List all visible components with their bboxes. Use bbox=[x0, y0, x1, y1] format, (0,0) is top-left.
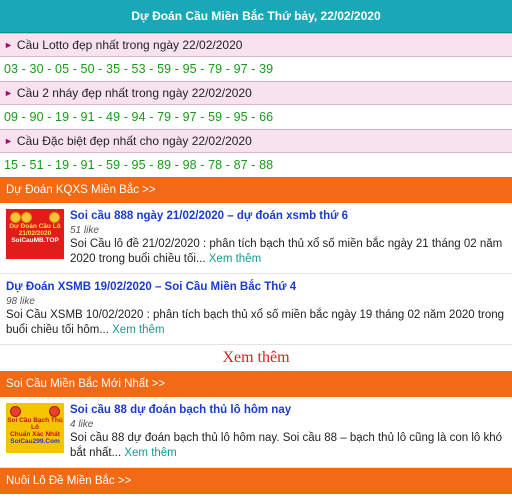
article-item: Dự Đoán XSMB 19/02/2020 – Soi Cầu Miền B… bbox=[0, 274, 512, 345]
ball-icon bbox=[10, 212, 21, 223]
ball-icon bbox=[10, 406, 21, 417]
prediction-label-text: Cầu 2 nháy đẹp nhất trong ngày 22/02/202… bbox=[16, 86, 252, 100]
prediction-numbers: 15 - 51 - 19 - 91 - 59 - 95 - 89 - 98 - … bbox=[4, 158, 274, 172]
article-item: Dự Đoán Cầu Lô 21/02/2020 SoiCauMB.TOP S… bbox=[0, 203, 512, 274]
prediction-numbers: 03 - 30 - 05 - 50 - 35 - 53 - 59 - 95 - … bbox=[4, 62, 274, 76]
prediction-label-text: Cầu Lotto đẹp nhất trong ngày 22/02/2020 bbox=[16, 38, 243, 52]
article-thumbnail[interactable]: Soi Cầu Bạch Thủ Lô Chuẩn Xác Nhất SoiCa… bbox=[6, 403, 64, 453]
section-header-soi-cau-moi-nhat[interactable]: Soi Cầu Miền Bắc Mới Nhất >> bbox=[0, 371, 512, 397]
article-description-text: Soi Cầu XSMB 10/02/2020 : phân tích bạch… bbox=[6, 309, 505, 336]
article-read-more-link[interactable]: Xem thêm bbox=[124, 447, 176, 459]
article-title-link[interactable]: Soi cầu 88 dự đoán bạch thủ lô hôm nay bbox=[70, 403, 506, 418]
prediction-block-lotto: ► Cầu Lotto đẹp nhất trong ngày 22/02/20… bbox=[0, 33, 512, 81]
article-item: Soi Cầu Bạch Thủ Lô Chuẩn Xác Nhất SoiCa… bbox=[0, 397, 512, 468]
thumbnail-line-2: Chuẩn Xác Nhất bbox=[10, 431, 60, 438]
article-title-link[interactable]: Dự Đoán XSMB 19/02/2020 – Soi Cầu Miền B… bbox=[6, 280, 506, 295]
article-body: Soi cầu 88 dự đoán bạch thủ lô hôm nay 4… bbox=[70, 403, 506, 461]
article-likes: 98 like bbox=[6, 296, 35, 307]
prediction-numbers: 09 - 90 - 19 - 91 - 49 - 94 - 79 - 97 - … bbox=[4, 110, 274, 124]
article-description: Soi cầu 88 dự đoán bạch thủ lô hôm nay. … bbox=[70, 431, 506, 461]
page: Dự Đoán Cầu Miền Bắc Thứ bảy, 22/02/2020… bbox=[0, 0, 512, 499]
prediction-block-2-nhay: ► Cầu 2 nháy đẹp nhất trong ngày 22/02/2… bbox=[0, 81, 512, 129]
thumbnail-line-2: 21/02/2020 bbox=[18, 230, 52, 237]
article-title-link[interactable]: Soi cầu 888 ngày 21/02/2020 – dự đoán xs… bbox=[70, 209, 506, 224]
thumbnail-line-3: SoiCauMB.TOP bbox=[11, 237, 59, 244]
article-read-more-link[interactable]: Xem thêm bbox=[209, 253, 261, 265]
article-description-text: Soi Cầu lô đề 21/02/2020 : phân tích bạc… bbox=[70, 238, 503, 265]
prediction-label: ► Cầu 2 nháy đẹp nhất trong ngày 22/02/2… bbox=[0, 81, 512, 105]
thumbnail-line-3: SoiCau299.Com bbox=[10, 438, 60, 445]
thumbnail-line-1: Soi Cầu Bạch Thủ Lô bbox=[7, 417, 63, 431]
thumbnail-line-1: Dự Đoán Cầu Lô bbox=[9, 223, 61, 230]
article-likes: 51 like bbox=[70, 225, 99, 236]
section-header-nuoi-lo-de[interactable]: Nuôi Lô Đề Miền Bắc >> bbox=[0, 468, 512, 494]
article-body: Dự Đoán XSMB 19/02/2020 – Soi Cầu Miền B… bbox=[6, 280, 506, 338]
article-body: Soi cầu 888 ngày 21/02/2020 – dự đoán xs… bbox=[70, 209, 506, 267]
prediction-label: ► Cầu Đặc biệt đẹp nhất cho ngày 22/02/2… bbox=[0, 129, 512, 153]
ball-icon bbox=[49, 406, 60, 417]
article-description: Soi Cầu XSMB 10/02/2020 : phân tích bạch… bbox=[6, 308, 506, 338]
prediction-label: ► Cầu Lotto đẹp nhất trong ngày 22/02/20… bbox=[0, 33, 512, 57]
article-thumbnail[interactable]: Dự Đoán Cầu Lô 21/02/2020 SoiCauMB.TOP bbox=[6, 209, 64, 259]
arrow-right-icon: ► bbox=[4, 88, 13, 98]
article-read-more-link[interactable]: Xem thêm bbox=[112, 324, 164, 336]
arrow-right-icon: ► bbox=[4, 40, 13, 50]
page-title: Dự Đoán Cầu Miền Bắc Thứ bảy, 22/02/2020 bbox=[0, 0, 512, 33]
article-likes: 4 like bbox=[70, 419, 94, 430]
prediction-block-dac-biet: ► Cầu Đặc biệt đẹp nhất cho ngày 22/02/2… bbox=[0, 129, 512, 177]
section-header-du-doan-kqxs[interactable]: Dự Đoán KQXS Miền Bắc >> bbox=[0, 177, 512, 203]
article-description: Soi Cầu lô đề 21/02/2020 : phân tích bạc… bbox=[70, 237, 506, 267]
ball-icon bbox=[49, 212, 60, 223]
see-more-link[interactable]: Xem thêm bbox=[0, 345, 512, 371]
arrow-right-icon: ► bbox=[4, 136, 13, 146]
prediction-label-text: Cầu Đặc biệt đẹp nhất cho ngày 22/02/202… bbox=[16, 134, 252, 148]
ball-icon bbox=[21, 212, 32, 223]
